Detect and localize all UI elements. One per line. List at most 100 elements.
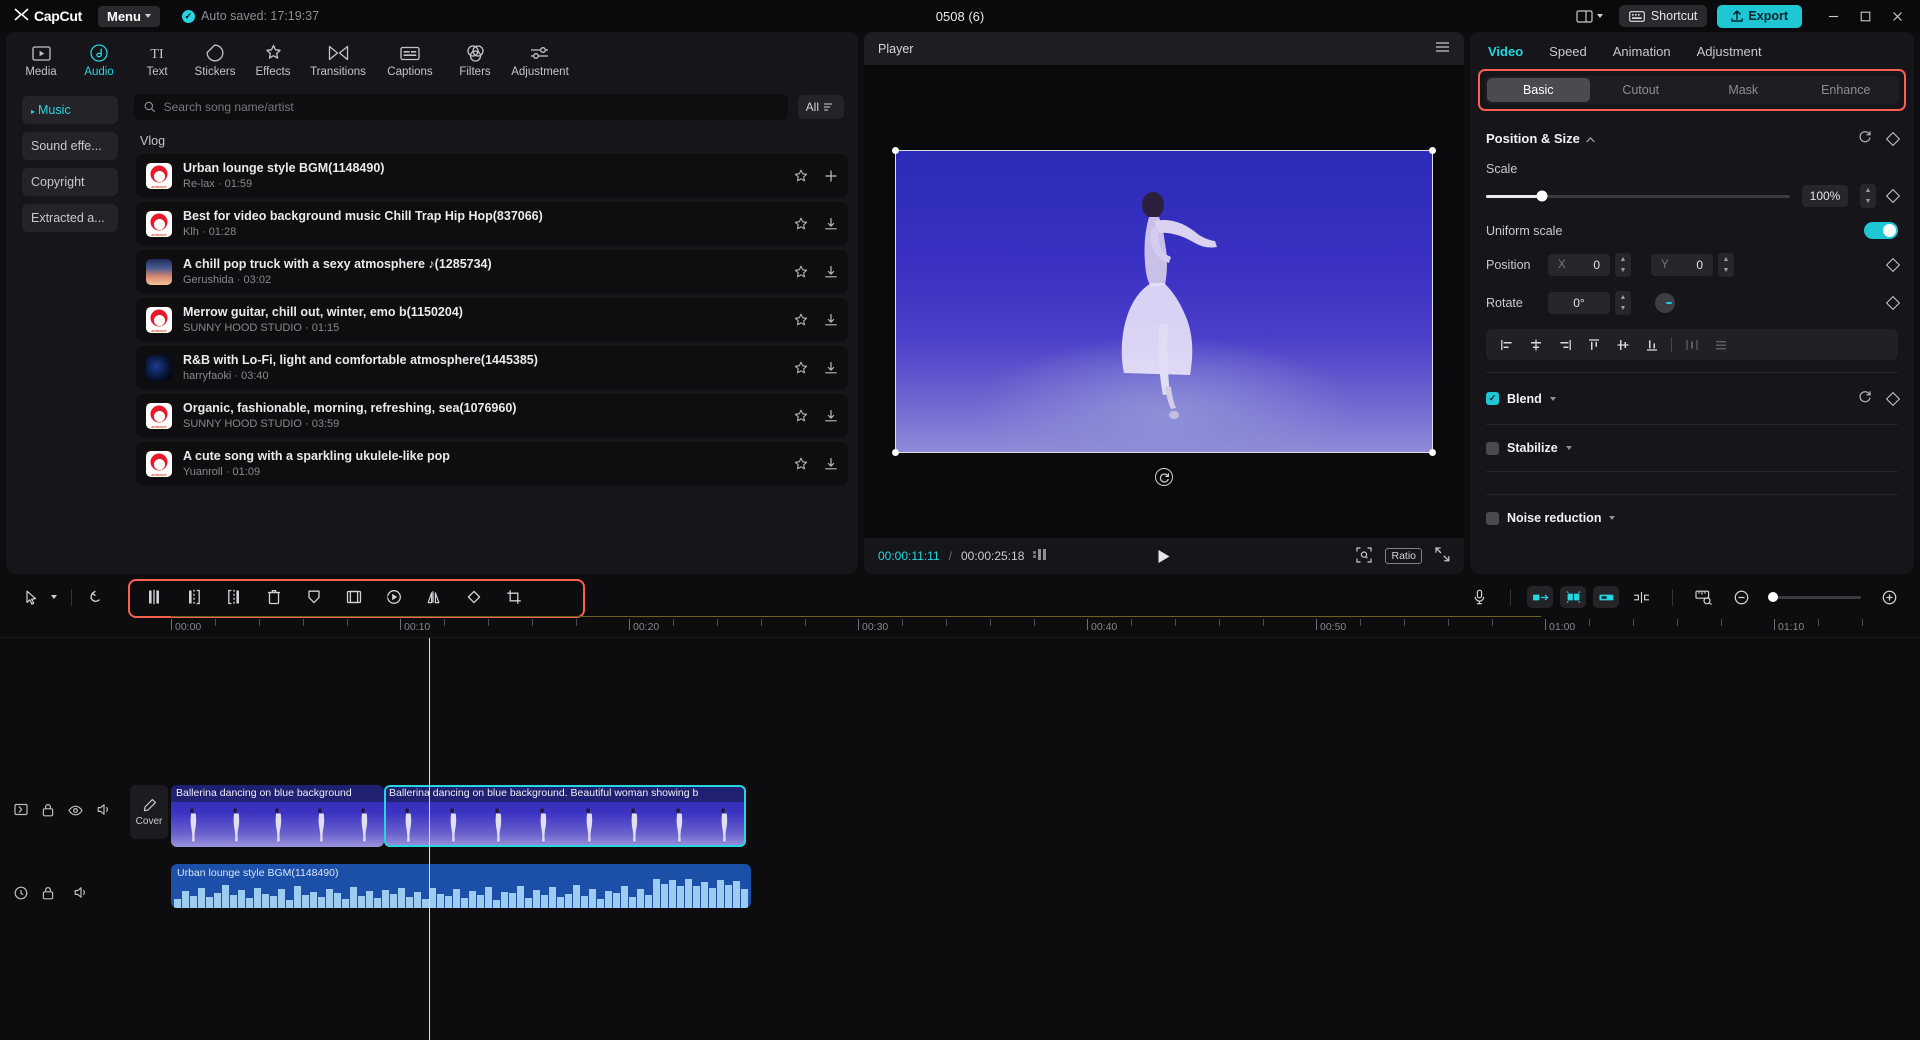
audio-clip[interactable]: Urban lounge style BGM(1148490) [171, 864, 751, 908]
tab-adjustment[interactable]: Adjustment [1697, 44, 1762, 59]
flip-icon[interactable] [419, 584, 449, 610]
reverse-icon[interactable] [379, 584, 409, 610]
download-icon[interactable] [824, 217, 838, 231]
video-clip-2[interactable]: Ballerina dancing on blue background. Be… [384, 785, 746, 847]
player-stage[interactable] [864, 65, 1464, 538]
minimize-button[interactable] [1818, 1, 1848, 31]
category-copyright[interactable]: Copyright [22, 168, 118, 196]
rotate-input[interactable]: 0° [1548, 292, 1610, 314]
hamburger-icon[interactable] [1435, 41, 1450, 56]
trim-right-icon[interactable] [219, 584, 249, 610]
scale-keyframe-icon[interactable] [1888, 191, 1898, 201]
tab-animation[interactable]: Animation [1613, 44, 1671, 59]
list-item[interactable]: R&B with Lo-Fi, light and comfortable at… [136, 346, 848, 389]
list-item[interactable]: audiostock A cute song with a sparkling … [136, 442, 848, 485]
ruler-icon[interactable] [1689, 584, 1719, 610]
stabilize-checkbox[interactable] [1486, 442, 1499, 455]
list-item[interactable]: audiostock Merrow guitar, chill out, win… [136, 298, 848, 341]
rotate-icon[interactable] [1155, 468, 1173, 486]
uniform-scale-toggle[interactable] [1864, 222, 1898, 239]
align-left-icon[interactable] [1492, 333, 1521, 356]
video-clip-1[interactable]: Ballerina dancing on blue background [171, 785, 384, 847]
noise-reduction-checkbox[interactable] [1486, 512, 1499, 525]
position-x-input[interactable]: X 0 [1548, 254, 1610, 276]
tab-text[interactable]: TI Text [128, 38, 186, 83]
video-preview[interactable] [896, 151, 1432, 452]
scale-value[interactable]: 100% [1802, 185, 1848, 207]
shortcut-button[interactable]: Shortcut [1619, 5, 1708, 27]
download-icon[interactable] [824, 265, 838, 279]
category-sound-effects[interactable]: Sound effe... [22, 132, 118, 160]
keyframe-diamond-icon[interactable] [1888, 134, 1898, 144]
align-center-horizontal-icon[interactable] [1521, 333, 1550, 356]
align-right-icon[interactable] [1550, 333, 1579, 356]
eye-icon[interactable] [68, 803, 83, 821]
tab-effects[interactable]: Effects [244, 38, 302, 83]
list-item[interactable]: audiostock Best for video background mus… [136, 202, 848, 245]
mic-icon[interactable] [1464, 584, 1494, 610]
download-icon[interactable] [824, 409, 838, 423]
rotate-stepper[interactable]: ▲▼ [1615, 291, 1631, 315]
clip-adjust-button[interactable] [1527, 586, 1553, 608]
distribute-vertical-icon[interactable] [1706, 333, 1735, 356]
subtab-cutout[interactable]: Cutout [1590, 78, 1693, 102]
favorite-icon[interactable] [794, 313, 808, 327]
blend-checkbox[interactable]: ✓ [1486, 392, 1499, 405]
trim-left-icon[interactable] [179, 584, 209, 610]
blend-keyframe-icon[interactable] [1888, 394, 1898, 404]
song-list[interactable]: audiostock Urban lounge style BGM(114849… [126, 154, 854, 574]
rotate-keyframe-icon[interactable] [1888, 298, 1898, 308]
ratio-button[interactable]: Ratio [1385, 548, 1422, 564]
scale-stepper[interactable]: ▲▼ [1860, 184, 1876, 208]
category-music[interactable]: ▸Music [22, 96, 118, 124]
favorite-icon[interactable] [794, 457, 808, 471]
tab-filters[interactable]: Filters [446, 38, 504, 83]
tab-audio[interactable]: Audio [70, 38, 128, 83]
auto-cut-button[interactable] [1560, 586, 1586, 608]
maximize-button[interactable] [1850, 1, 1880, 31]
keyframe-track-icon[interactable] [14, 803, 28, 821]
list-item[interactable]: audiostock Urban lounge style BGM(114849… [136, 154, 848, 197]
undo-icon[interactable] [81, 584, 111, 610]
cover-button[interactable]: Cover [130, 785, 168, 839]
chevron-down-icon[interactable] [1566, 446, 1572, 450]
position-keyframe-icon[interactable] [1888, 260, 1898, 270]
align-bottom-icon[interactable] [1637, 333, 1666, 356]
layout-button[interactable] [1570, 7, 1609, 26]
chevron-down-icon[interactable] [1550, 397, 1556, 401]
search-input[interactable] [164, 100, 778, 114]
zoom-slider-knob[interactable] [1768, 592, 1778, 602]
cursor-dropdown-icon[interactable] [46, 584, 62, 610]
cursor-icon[interactable] [16, 584, 46, 610]
tab-media[interactable]: Media [12, 38, 70, 83]
position-y-stepper[interactable]: ▲▼ [1718, 253, 1734, 277]
chevron-down-icon[interactable] [1609, 516, 1615, 520]
timeline-tracks[interactable]: Cover Ballerina dancing on blue backgrou… [0, 638, 1920, 1040]
link-clip-button[interactable] [1593, 586, 1619, 608]
favorite-icon[interactable] [794, 409, 808, 423]
filter-all-button[interactable]: All [798, 95, 844, 119]
close-button[interactable] [1882, 1, 1912, 31]
lock-icon[interactable] [42, 886, 54, 905]
lock-icon[interactable] [42, 803, 54, 822]
favorite-icon[interactable] [794, 169, 808, 183]
tab-adjustment[interactable]: Adjustment [504, 38, 576, 83]
list-item[interactable]: audiostock Organic, fashionable, morning… [136, 394, 848, 437]
category-extracted-audio[interactable]: Extracted a... [22, 204, 118, 232]
mute-icon[interactable] [74, 886, 88, 904]
collapse-icon[interactable] [1586, 131, 1595, 146]
add-icon[interactable] [824, 169, 838, 183]
playhead[interactable] [429, 638, 430, 1040]
export-button[interactable]: Export [1717, 5, 1802, 28]
zoom-in-icon[interactable] [1874, 584, 1904, 610]
scale-slider-knob[interactable] [1537, 191, 1548, 202]
tab-stickers[interactable]: Stickers [186, 38, 244, 83]
play-button[interactable] [1158, 549, 1171, 564]
position-x-stepper[interactable]: ▲▼ [1615, 253, 1631, 277]
mirror-icon[interactable] [339, 584, 369, 610]
split-icon[interactable] [139, 584, 169, 610]
mute-icon[interactable] [97, 803, 111, 821]
tab-captions[interactable]: Captions [374, 38, 446, 83]
blend-reset-icon[interactable] [1858, 389, 1872, 408]
quality-bars-icon[interactable] [1033, 549, 1049, 564]
